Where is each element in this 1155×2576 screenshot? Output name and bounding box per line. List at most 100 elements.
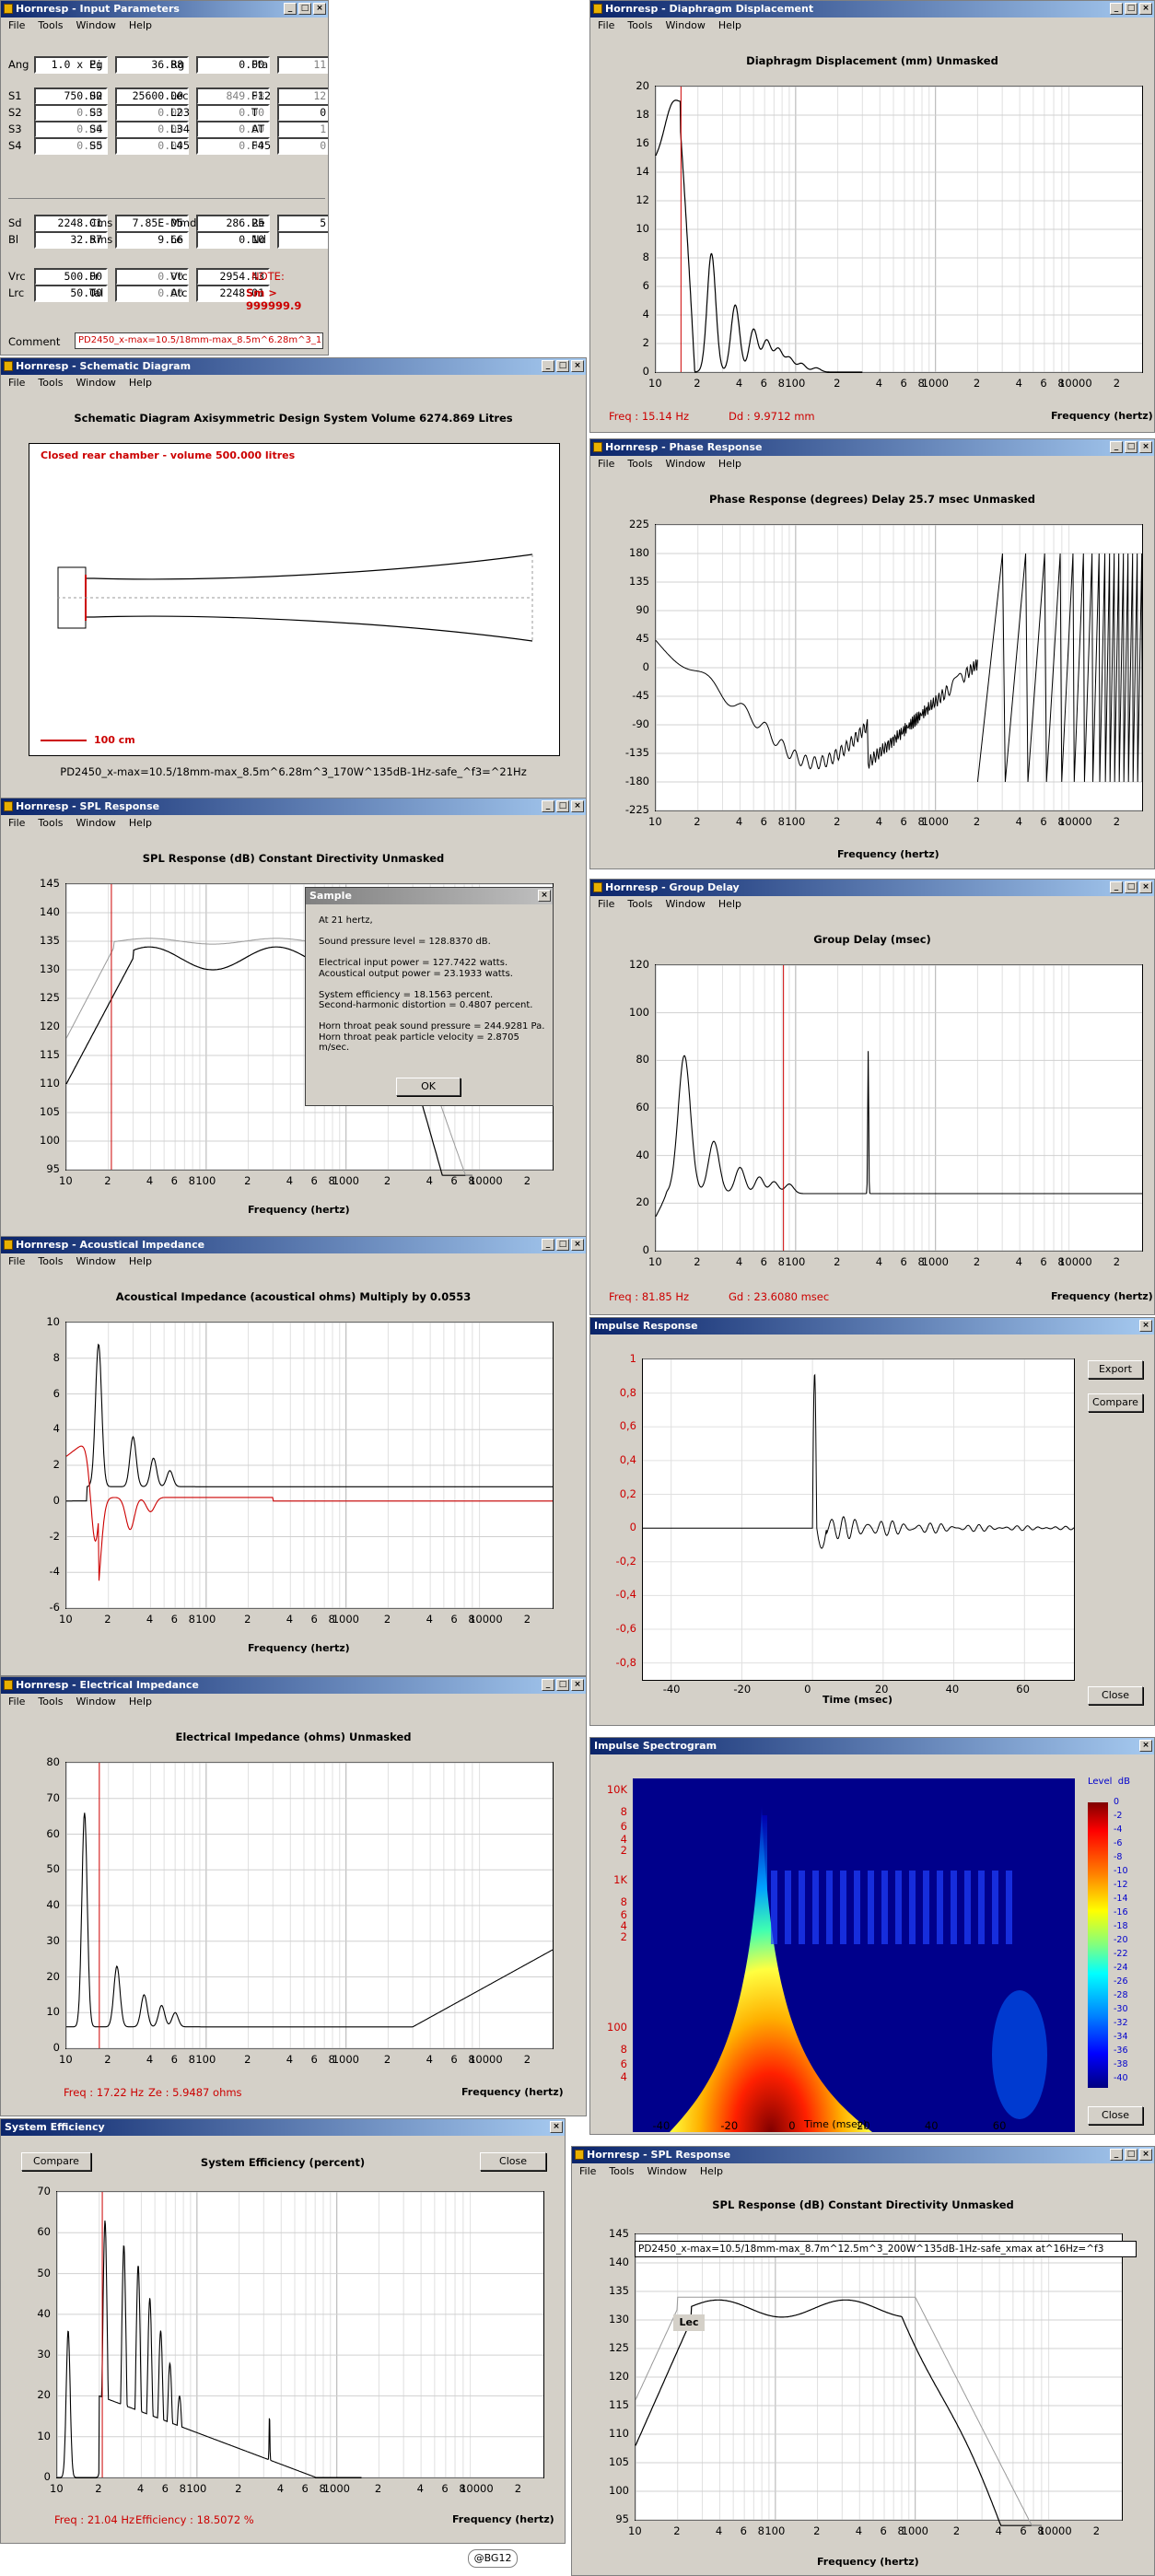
acoustical-impedance-plot[interactable]: [65, 1322, 554, 1609]
close-button[interactable]: ×: [1139, 881, 1152, 893]
maximize-button[interactable]: □: [1125, 2149, 1138, 2161]
menu-tools[interactable]: Tools: [609, 2163, 634, 2179]
spl-window: Hornresp - SPL Response _ □ × File Tools Win…: [0, 798, 587, 1238]
close-button[interactable]: ×: [571, 1679, 584, 1691]
maximize-button[interactable]: □: [1125, 881, 1138, 893]
menu-help[interactable]: Help: [129, 815, 152, 831]
close-button[interactable]: ×: [550, 2121, 563, 2133]
maximize-button[interactable]: □: [298, 3, 311, 15]
spectrogram-plot[interactable]: [633, 1778, 1075, 2132]
menu-file[interactable]: File: [8, 815, 25, 831]
menu-tools[interactable]: Tools: [627, 456, 652, 472]
group-delay-plot[interactable]: [655, 964, 1143, 1252]
close-button[interactable]: ×: [1139, 3, 1152, 15]
menu-help[interactable]: Help: [718, 17, 741, 33]
menu-help[interactable]: Help: [718, 896, 741, 912]
menu-tools[interactable]: Tools: [38, 17, 63, 33]
legend-tick: -6: [1114, 1838, 1123, 1848]
maximize-button[interactable]: □: [1125, 441, 1138, 453]
minimize-button[interactable]: _: [1110, 2149, 1123, 2161]
menu-tools[interactable]: Tools: [38, 815, 63, 831]
spl-plot-2[interactable]: [635, 2233, 1123, 2526]
close-dialog-button[interactable]: Close: [1088, 1686, 1143, 1705]
close-button[interactable]: ×: [1139, 441, 1152, 453]
minimize-button[interactable]: _: [542, 1239, 554, 1251]
close-button[interactable]: ×: [1139, 1320, 1152, 1332]
minimize-button[interactable]: _: [1110, 441, 1123, 453]
close-button[interactable]: ×: [571, 1239, 584, 1251]
menu-file[interactable]: File: [8, 1694, 25, 1709]
menu-window[interactable]: Window: [666, 17, 706, 33]
menu-file[interactable]: File: [598, 17, 614, 33]
menu-window[interactable]: Window: [76, 1694, 116, 1709]
menu-help[interactable]: Help: [129, 17, 152, 33]
menu-help[interactable]: Help: [700, 2163, 723, 2179]
param-field-t[interactable]: 0.80: [277, 104, 328, 122]
electrical-impedance-plot[interactable]: [65, 1762, 554, 2049]
maximize-button[interactable]: □: [1125, 3, 1138, 15]
menu-window[interactable]: Window: [648, 2163, 687, 2179]
compare-button[interactable]: Compare: [1088, 1393, 1143, 1412]
menu-tools[interactable]: Tools: [627, 17, 652, 33]
maximize-button[interactable]: □: [556, 1679, 569, 1691]
close-button[interactable]: ×: [1139, 1740, 1152, 1752]
menu-file[interactable]: File: [598, 896, 614, 912]
menu-tools[interactable]: Tools: [38, 1253, 63, 1269]
ok-button[interactable]: OK: [396, 1078, 461, 1096]
acoustical-impedance-window: Hornresp - Acoustical Impedance _ □ × File…: [0, 1236, 587, 1676]
minimize-button[interactable]: _: [1110, 881, 1123, 893]
resonance-band: [771, 1871, 777, 1944]
menu-tools[interactable]: Tools: [627, 896, 652, 912]
menu-window[interactable]: Window: [666, 456, 706, 472]
resonance-band: [812, 1871, 819, 1944]
menu-bar: File Tools Window Help: [590, 456, 1154, 472]
menu-help[interactable]: Help: [129, 375, 152, 390]
menu-file[interactable]: File: [579, 2163, 596, 2179]
menu-file[interactable]: File: [8, 375, 25, 390]
menu-window[interactable]: Window: [76, 375, 116, 390]
impulse-plot[interactable]: [642, 1358, 1075, 1681]
menu-help[interactable]: Help: [718, 456, 741, 472]
x-tick-label: 20: [857, 2119, 870, 2132]
param-field-l23[interactable]: 0.00: [196, 104, 270, 122]
dialog-close-button[interactable]: ×: [538, 890, 551, 902]
menu-tools[interactable]: Tools: [38, 375, 63, 390]
param-field-re[interactable]: 5.58: [277, 215, 328, 232]
close-button[interactable]: ×: [1139, 2149, 1152, 2161]
export-button[interactable]: Export: [1088, 1360, 1143, 1379]
param-field-f45[interactable]: 0.00: [277, 137, 328, 155]
param-field-at[interactable]: 1.55: [277, 121, 328, 138]
menu-file[interactable]: File: [8, 1253, 25, 1269]
menu-tools[interactable]: Tools: [38, 1694, 63, 1709]
y-tick-label: 0,8: [619, 1385, 636, 1399]
minimize-button[interactable]: _: [542, 800, 554, 812]
efficiency-plot[interactable]: [56, 2191, 544, 2478]
close-button[interactable]: ×: [571, 800, 584, 812]
x-tick-label: -20: [720, 2119, 739, 2132]
close-button[interactable]: ×: [571, 360, 584, 372]
menu-window[interactable]: Window: [666, 896, 706, 912]
maximize-button[interactable]: □: [556, 800, 569, 812]
menu-window[interactable]: Window: [76, 17, 116, 33]
param-field-fta[interactable]: 11.32: [277, 56, 328, 74]
menu-file[interactable]: File: [598, 456, 614, 472]
menu-help[interactable]: Help: [129, 1694, 152, 1709]
param-field-nd[interactable]: 1: [277, 231, 328, 249]
x-tick-label: 2: [514, 2482, 522, 2495]
phase-plot[interactable]: [655, 524, 1143, 811]
displacement-plot[interactable]: [655, 86, 1143, 373]
menu-window[interactable]: Window: [76, 1253, 116, 1269]
menu-file[interactable]: File: [8, 17, 25, 33]
param-field-f12[interactable]: 12.00: [277, 87, 328, 105]
minimize-button[interactable]: _: [542, 1679, 554, 1691]
minimize-button[interactable]: _: [284, 3, 297, 15]
comment-field[interactable]: PD2450_x-max=10.5/18mm-max_8.5m^6.28m^3_…: [75, 332, 323, 349]
close-dialog-button[interactable]: Close: [1088, 2106, 1143, 2125]
menu-window[interactable]: Window: [76, 815, 116, 831]
maximize-button[interactable]: □: [556, 1239, 569, 1251]
close-button[interactable]: ×: [313, 3, 326, 15]
minimize-button[interactable]: _: [1110, 3, 1123, 15]
minimize-button[interactable]: _: [542, 360, 554, 372]
menu-help[interactable]: Help: [129, 1253, 152, 1269]
maximize-button[interactable]: □: [556, 360, 569, 372]
